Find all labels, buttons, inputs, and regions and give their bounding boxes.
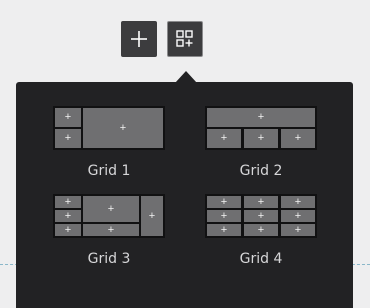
grid-cell: + xyxy=(244,129,278,148)
grid-2-thumbnail: + + + + xyxy=(205,106,317,150)
grid-3-thumbnail: + + + + + + xyxy=(53,194,165,238)
grid-option-2[interactable]: + + + + Grid 2 xyxy=(205,106,317,179)
grid-cell: + xyxy=(207,108,315,127)
grid-option-label: Grid 3 xyxy=(87,251,131,267)
grid-option-3[interactable]: + + + + + + Grid 3 xyxy=(53,194,165,267)
grid-cell: + xyxy=(83,224,139,236)
grid-cell: + xyxy=(207,129,241,148)
grid-cell: + xyxy=(244,210,278,222)
grid-cell: + xyxy=(55,210,81,222)
grid-cell: + xyxy=(207,196,241,208)
grid-cell: + xyxy=(207,224,241,236)
grid-1-thumbnail: + + + xyxy=(53,106,165,150)
grid-option-1[interactable]: + + + Grid 1 xyxy=(53,106,165,179)
add-button[interactable] xyxy=(121,21,157,57)
grid-cell: + xyxy=(207,210,241,222)
grid-cell: + xyxy=(244,224,278,236)
grid-cell: + xyxy=(281,224,315,236)
grid-cell: + xyxy=(83,196,139,222)
grid-4-thumbnail: + + + + + + + + + xyxy=(205,194,317,238)
grid-cell: + xyxy=(83,108,163,148)
grid-cell: + xyxy=(55,224,81,236)
grid-layout-popover: + + + Grid 1 + + + + Grid 2 + + + + + + … xyxy=(16,82,353,308)
grid-cell: + xyxy=(55,196,81,208)
grid-add-icon xyxy=(176,30,193,47)
grid-cell: + xyxy=(281,210,315,222)
grid-option-label: Grid 4 xyxy=(239,251,283,267)
grid-option-label: Grid 2 xyxy=(239,163,283,179)
grid-cell: + xyxy=(281,196,315,208)
grid-cell: + xyxy=(141,196,163,236)
grid-cell: + xyxy=(281,129,315,148)
grid-cell: + xyxy=(55,129,81,148)
grid-option-label: Grid 1 xyxy=(87,163,131,179)
grid-layout-button[interactable] xyxy=(167,21,203,57)
grid-option-4[interactable]: + + + + + + + + + Grid 4 xyxy=(205,194,317,267)
grid-cell: + xyxy=(244,196,278,208)
plus-icon xyxy=(131,31,147,47)
canvas: + + + Grid 1 + + + + Grid 2 + + + + + + … xyxy=(0,0,370,308)
grid-cell: + xyxy=(55,108,81,127)
